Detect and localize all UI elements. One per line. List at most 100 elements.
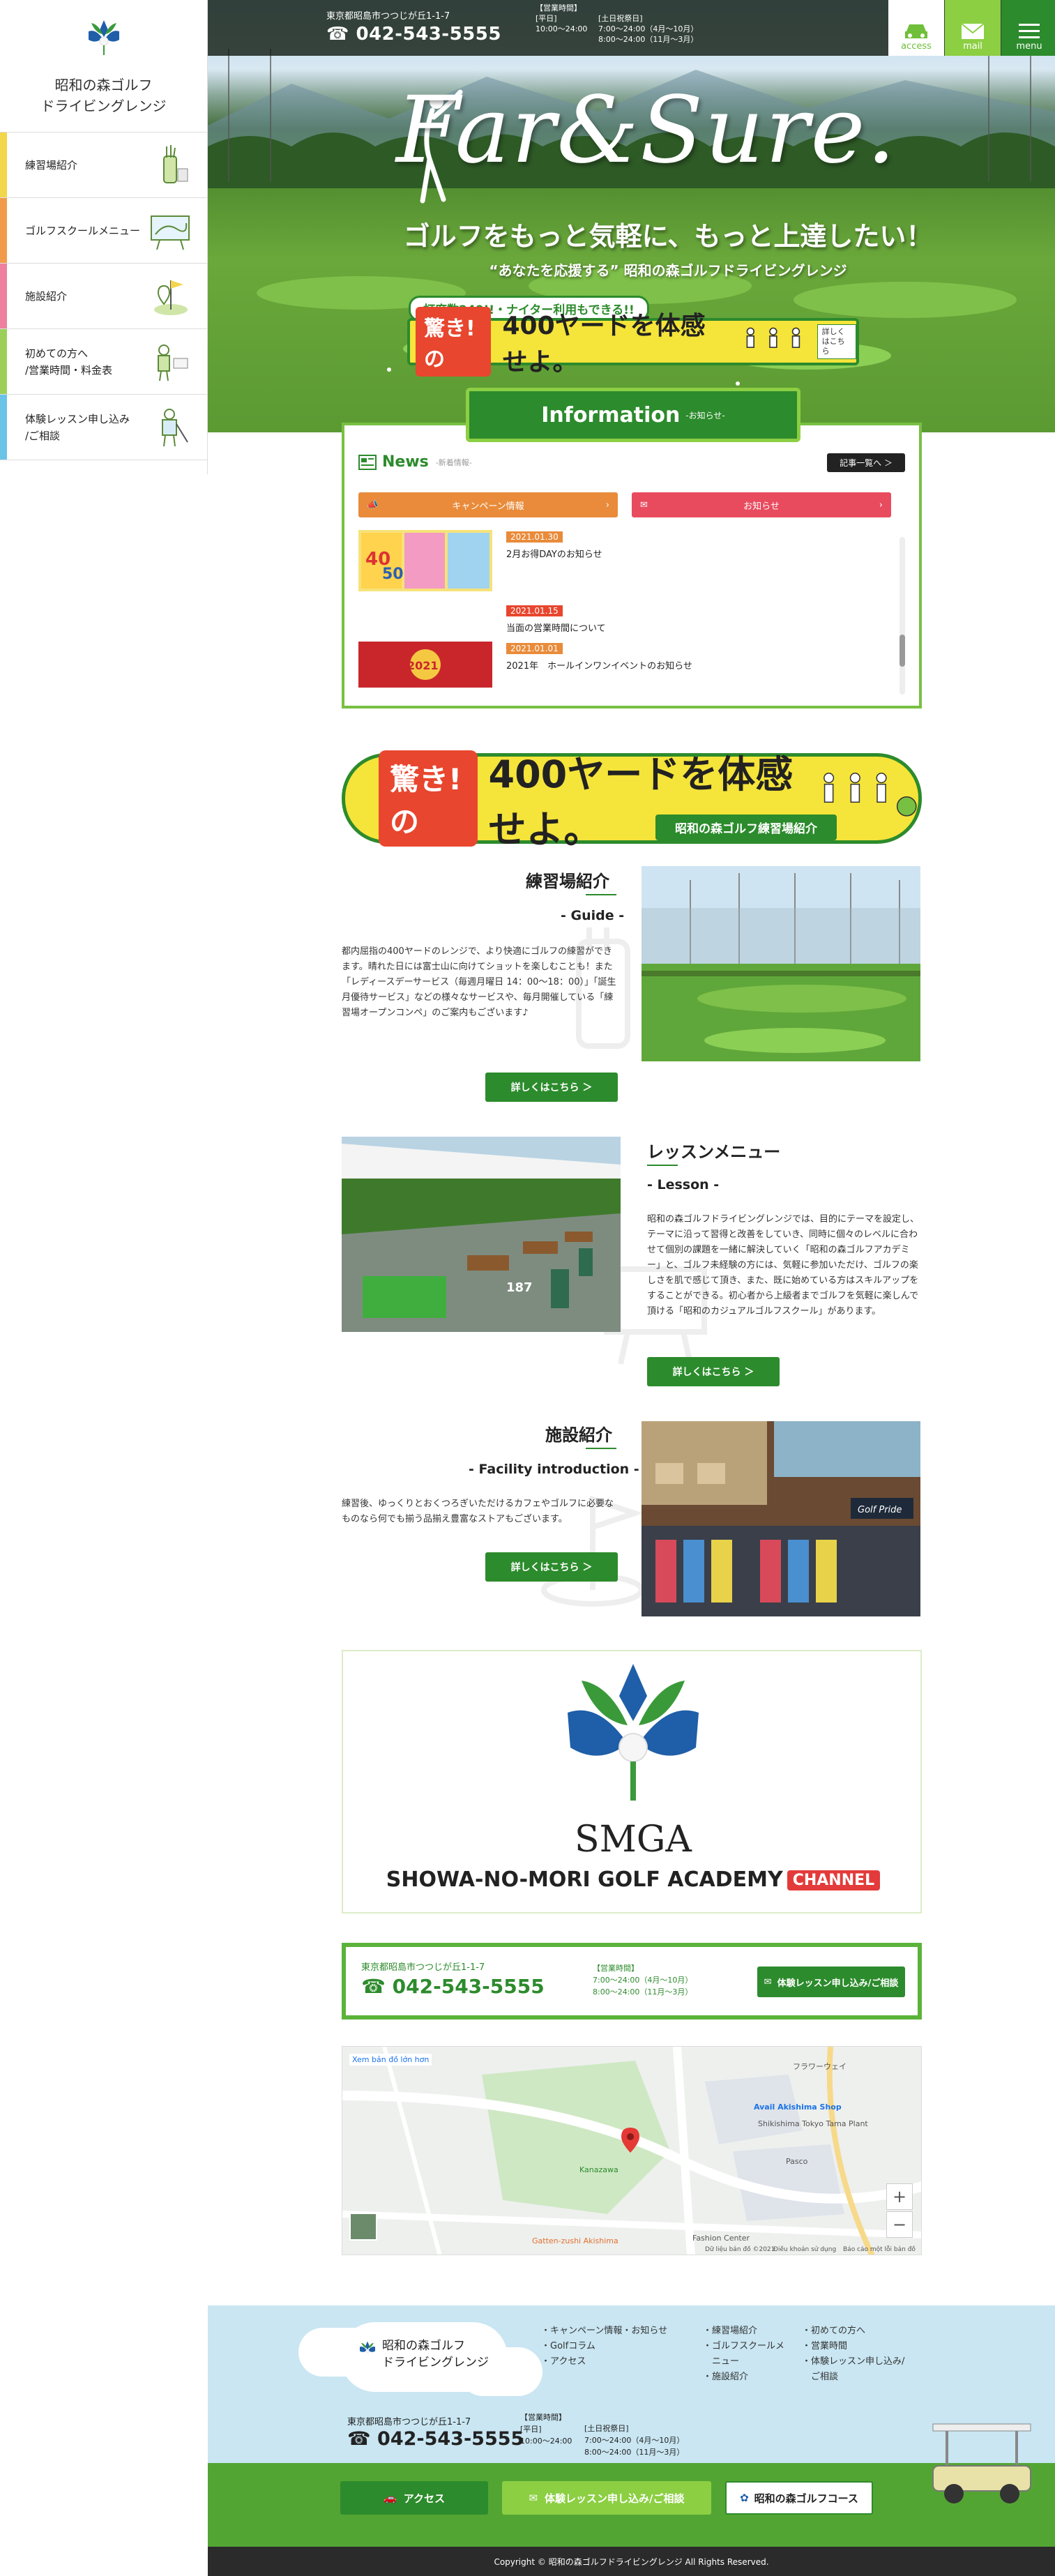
map-satellite-toggle[interactable] <box>349 2213 377 2241</box>
weekday-hours: 10:00〜24:00 <box>520 2437 572 2446</box>
sidebar: 昭和の森ゴルフ ドライビングレンジ 練習場紹介 ゴルフスクールメニュー 施設紹介 <box>0 0 208 474</box>
svg-text:187: 187 <box>506 1280 533 1295</box>
footer-link-trial-lesson[interactable]: ・体験レッスン申し込み/ <box>802 2354 904 2370</box>
guide-body: 都内屈指の400ヤードのレンジで、より快適にゴルフの練習ができます。晴れた日には… <box>342 946 616 1018</box>
sidebar-color-bar <box>0 132 7 197</box>
footer-link-school-menu[interactable]: ・ゴルフスクールメ <box>703 2339 784 2354</box>
sidebar-item-school-menu[interactable]: ゴルフスクールメニュー <box>0 198 207 264</box>
sidebar-item-guide[interactable]: 練習場紹介 <box>0 132 207 198</box>
notice-icon: ✉ <box>640 499 648 510</box>
map-pin-icon[interactable] <box>620 2126 641 2154</box>
map-larger-link[interactable]: Xem bản đồ lớn hơn <box>349 2054 432 2066</box>
footer-link-access[interactable]: ・アクセス <box>541 2354 586 2370</box>
title-underline <box>647 1165 678 1166</box>
golf-course-link-button[interactable]: ✿ 昭和の森ゴルフコース <box>725 2481 873 2515</box>
facility-subtitle: - Facility introduction - <box>469 1462 639 1477</box>
hamburger-menu-icon <box>1019 24 1040 38</box>
hours-line2: 8:00〜24:00（11月〜3月） <box>593 1987 693 1997</box>
sidebar-item-label: 体験レッスン申し込み /ご相談 <box>25 411 130 444</box>
phone-icon: ☎ <box>361 1975 386 1998</box>
map-zoom-in-button[interactable]: + <box>886 2183 913 2210</box>
header-phone[interactable]: ☎ 042-543-5555 <box>326 24 501 45</box>
header-address: 東京都昭島市つつじが丘1-1-7 <box>326 11 450 22</box>
whiteboard-icon <box>151 215 190 250</box>
banner-more-link[interactable]: 詳しくはこちら <box>817 324 856 359</box>
footer-trial-lesson-button[interactable]: ✉ 体験レッスン申し込み/ご相談 <box>502 2481 711 2515</box>
footer-link-column[interactable]: ・Golfコラム <box>541 2339 595 2354</box>
channel-badge: CHANNEL <box>787 1870 881 1891</box>
sidebar-item-facility[interactable]: 施設紹介 <box>0 264 207 329</box>
tab-notice[interactable]: ✉ お知らせ › <box>632 492 891 517</box>
sidebar-item-trial-lesson[interactable]: 体験レッスン申し込み /ご相談 <box>0 395 207 460</box>
footer-phone[interactable]: ☎ 042-543-5555 <box>347 2428 524 2450</box>
footer-link-facility[interactable]: ・施設紹介 <box>703 2370 748 2385</box>
footer-trial-lesson-label: 体験レッスン申し込み/ご相談 <box>545 2492 685 2505</box>
guide-subtitle: - Guide - <box>561 908 625 923</box>
facility-title: 施設紹介 <box>545 1425 612 1445</box>
footer-link-hours[interactable]: ・営業時間 <box>802 2339 847 2354</box>
logo-name-line1: 昭和の森ゴルフ <box>54 76 153 93</box>
map-terms-link[interactable]: Điều khoản sử dụng <box>773 2246 836 2253</box>
news-item[interactable]: 40 50 2021.01.30 2月お得DAYのお知らせ <box>358 530 888 593</box>
map-label: Gatten-zushi Akishima <box>532 2236 618 2245</box>
footer-access-button[interactable]: 🚗 アクセス <box>340 2481 488 2515</box>
contact-phone[interactable]: ☎ 042-543-5555 <box>361 1975 545 1998</box>
footer-link-school-menu-cont[interactable]: ニュー <box>703 2354 739 2370</box>
trial-lesson-button[interactable]: ✉ 体験レッスン申し込み/ご相談 <box>757 1967 905 1997</box>
banner-main-text: 400ヤードを体感せよ。 <box>502 312 706 377</box>
facility-more-button[interactable]: 詳しくはこちら ＞ <box>485 1552 618 1582</box>
map-report-link[interactable]: Báo cáo một lỗi bản đồ <box>843 2246 916 2253</box>
menu-button[interactable]: menu <box>1001 0 1055 56</box>
weekend-label: [土日祝祭日] <box>598 14 643 23</box>
news-item[interactable]: 2021 2021.01.01 2021年 ホールインワンイベントのお知らせ <box>358 642 888 704</box>
footer-link-beginners[interactable]: ・初めての方へ <box>802 2324 865 2339</box>
mail-button[interactable]: mail <box>945 0 1001 56</box>
sidebar-color-bar <box>0 198 7 263</box>
guide-more-button[interactable]: 詳しくはこちら ＞ <box>485 1073 618 1102</box>
logo[interactable]: 昭和の森ゴルフ ドライビングレンジ <box>0 0 207 132</box>
flower-logo-icon <box>88 20 119 55</box>
news-thumbnail: 4050 <box>358 530 492 591</box>
sidebar-color-bar <box>0 329 7 394</box>
hero-400yard-banner[interactable]: 驚き!の 400ヤードを体感せよ。 詳しくはこちら <box>407 307 859 377</box>
access-button[interactable]: access <box>888 0 944 56</box>
sidebar-item-label: ゴルフスクールメニュー <box>25 224 141 237</box>
sidebar-item-beginners[interactable]: 初めての方へ /営業時間・料金表 <box>0 329 207 395</box>
copyright: Copyright © 昭和の森ゴルフドライビングレンジ All Rights … <box>208 2547 1055 2576</box>
map-label: Fashion Center <box>692 2234 750 2243</box>
smga-flower-logo-icon <box>568 1664 699 1801</box>
sidebar-item-label-line1: 体験レッスン申し込み <box>25 412 130 425</box>
car-icon: 🚗 <box>384 2492 397 2504</box>
map-zoom-out-button[interactable]: − <box>886 2211 913 2238</box>
footer-link-trial-lesson-cont[interactable]: ご相談 <box>802 2370 838 2385</box>
scrollbar-thumb[interactable] <box>900 635 905 667</box>
footer-access-label: アクセス <box>403 2492 445 2505</box>
footer-logo-line2: ドライビングレンジ <box>382 2356 489 2370</box>
footer-link-guide[interactable]: ・練習場紹介 <box>703 2324 757 2339</box>
banner-red-text: 驚き!の <box>379 750 478 847</box>
footer-link-campaign[interactable]: ・キャンペーン情報・お知らせ <box>541 2324 667 2339</box>
information-heading: Information -お知らせ- <box>466 388 800 442</box>
mail-icon <box>961 23 985 39</box>
sidebar-item-label-line2: /営業時間・料金表 <box>25 363 113 377</box>
footer-logo[interactable]: 昭和の森ゴルフ ドライビングレンジ <box>382 2338 489 2371</box>
lesson-more-button[interactable]: 詳しくはこちら ＞ <box>647 1357 780 1386</box>
all-articles-button[interactable]: 記事一覧へ ＞ <box>827 453 905 472</box>
google-map[interactable]: Xem bản đồ lớn hơn Avail Akishima Shop S… <box>342 2046 922 2255</box>
smga-academy-line: SHOWA-NO-MORI GOLF ACADEMY CHANNEL <box>343 1867 923 1892</box>
news-scrollbar[interactable] <box>900 537 905 695</box>
hours-title: 【営業時間】 <box>520 2413 566 2422</box>
smga-channel-banner[interactable]: SMGA SHOWA-NO-MORI GOLF ACADEMY CHANNEL <box>342 1650 922 1914</box>
banner-red-text: 驚き!の <box>416 307 492 377</box>
chevron-right-icon: › <box>879 499 883 510</box>
phone-icon: ☎ <box>326 24 349 45</box>
range-intro-tag: 昭和の森ゴルフ練習場紹介 <box>655 815 837 840</box>
footer-logo-line1: 昭和の森ゴルフ <box>382 2339 465 2353</box>
sidebar-item-label-line2: /ご相談 <box>25 429 61 442</box>
flag-pin-icon <box>154 280 188 315</box>
footer-hours: 【営業時間】 [平日] 10:00〜24:00 <box>520 2411 572 2447</box>
tab-campaign[interactable]: 📣 キャンペーン情報 › <box>358 492 618 517</box>
sidebar-color-bar <box>0 395 7 460</box>
lesson-photo: 187 <box>342 1137 621 1332</box>
weekday-hours: 10:00〜24:00 <box>536 24 588 33</box>
